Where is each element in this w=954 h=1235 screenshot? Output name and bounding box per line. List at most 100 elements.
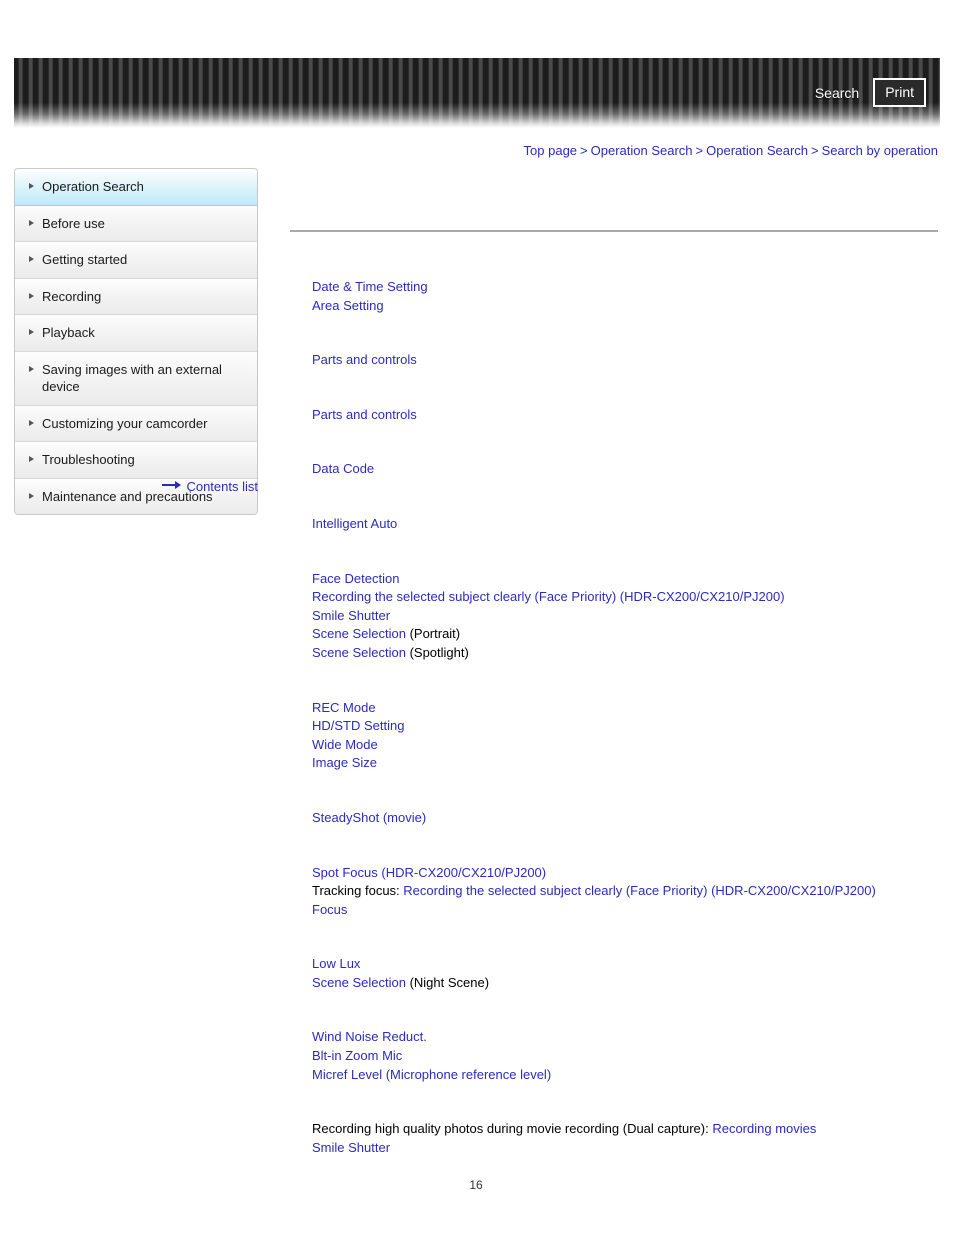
content-link[interactable]: Image Size	[312, 755, 377, 770]
link-line: Blt-in Zoom Mic	[312, 1047, 940, 1066]
sidebar-item-label: Recording	[42, 288, 102, 304]
link-section: Face Detection Recording the selected sub…	[312, 570, 940, 663]
sidebar-item-customizing-your-camcorder[interactable]: Customizing your camcorder	[15, 405, 257, 443]
content-link[interactable]: SteadyShot (movie)	[312, 810, 426, 825]
breadcrumb-item-0[interactable]: Top page	[524, 143, 578, 158]
content-link[interactable]: Face Detection	[312, 571, 399, 586]
content-link[interactable]: Data Code	[312, 461, 374, 476]
link-line: Recording the selected subject clearly (…	[312, 588, 940, 607]
chevron-right-icon	[29, 456, 34, 463]
link-line: Scene Selection (Portrait)	[312, 625, 940, 644]
link-line: Area Setting	[312, 297, 940, 316]
content-link[interactable]: Micref Level (Microphone reference level…	[312, 1067, 551, 1082]
content-link[interactable]: Scene Selection	[312, 645, 406, 660]
content-link[interactable]: Low Lux	[312, 956, 360, 971]
content-link[interactable]: HD/STD Setting	[312, 718, 404, 733]
content-text: Tracking focus:	[312, 883, 404, 899]
link-line: Spot Focus (HDR-CX200/CX210/PJ200)	[312, 864, 940, 883]
content-link[interactable]: Date & Time Setting	[312, 279, 428, 294]
sidebar-item-label: Saving images with an external device	[42, 361, 222, 395]
contents-list-link[interactable]: Contents list	[186, 479, 258, 494]
breadcrumb: Top page > Operation Search > Operation Sear…	[524, 143, 938, 158]
operation-link-sections: Date & Time Setting Area Setting Parts and…	[312, 278, 940, 1157]
chevron-right-icon	[29, 292, 34, 299]
link-section: Date & Time Setting Area Setting	[312, 278, 940, 315]
sidebar-item-label: Playback	[42, 325, 95, 341]
content-text: (Night Scene)	[405, 974, 490, 990]
link-line: Micref Level (Microphone reference level…	[312, 1066, 940, 1085]
sidebar-item-before-use[interactable]: Before use	[15, 205, 257, 243]
content-link[interactable]: Focus	[312, 902, 347, 917]
breadcrumb-separator: >	[580, 143, 588, 158]
content-link[interactable]: Recording the selected subject clearly (…	[312, 589, 785, 604]
chevron-right-icon	[29, 256, 34, 263]
sidebar-item-saving-images-with-an-external-device[interactable]: Saving images with an external device	[15, 351, 257, 406]
link-section: SteadyShot (movie)	[312, 809, 940, 828]
link-line: Tracking focus: Recording the selected s…	[312, 882, 940, 901]
content-link[interactable]: Recording movies	[712, 1121, 816, 1136]
header-banner: Search Print	[14, 58, 940, 128]
content-link[interactable]: Wide Mode	[312, 737, 378, 752]
content-text: (Portrait)	[405, 626, 461, 642]
chevron-right-icon	[29, 365, 34, 372]
content-link[interactable]: Recording the selected subject clearly (…	[403, 883, 876, 898]
breadcrumb-item-3[interactable]: Search by operation	[822, 143, 938, 158]
breadcrumb-separator: >	[695, 143, 704, 158]
search-link[interactable]: Search	[815, 86, 859, 100]
sidebar-item-label: Customizing your camcorder	[42, 415, 208, 431]
header-actions: Search Print	[815, 78, 926, 107]
link-line: Scene Selection (Night Scene)	[312, 974, 940, 993]
link-line: Parts and controls	[312, 351, 940, 370]
breadcrumb-separator: >	[811, 143, 819, 158]
content-link[interactable]: REC Mode	[312, 700, 376, 715]
link-line: Wind Noise Reduct.	[312, 1028, 940, 1047]
sidebar-item-getting-started[interactable]: Getting started	[15, 242, 257, 279]
link-section: Spot Focus (HDR-CX200/CX210/PJ200) Tracki…	[312, 864, 940, 920]
link-line: Face Detection	[312, 570, 940, 589]
link-section: Data Code	[312, 460, 940, 479]
sidebar-item-playback[interactable]: Playback	[15, 315, 257, 352]
sidebar-item-label: Before use	[42, 215, 105, 231]
link-line: REC Mode	[312, 699, 940, 718]
link-line: Smile Shutter	[312, 607, 940, 626]
sidebar-item-recording[interactable]: Recording	[15, 278, 257, 316]
print-button[interactable]: Print	[873, 78, 926, 107]
content-link[interactable]: Smile Shutter	[312, 608, 390, 623]
content-link[interactable]: Scene Selection	[312, 626, 406, 641]
link-line: HD/STD Setting	[312, 717, 940, 736]
content-link[interactable]: Parts and controls	[312, 352, 417, 367]
chevron-right-icon	[29, 183, 34, 189]
link-line: Intelligent Auto	[312, 515, 940, 534]
content-divider	[290, 230, 938, 232]
content-link[interactable]: Intelligent Auto	[312, 516, 397, 531]
content-text: Recording high quality photos during mov…	[312, 1121, 713, 1137]
page-number: 16	[0, 1178, 954, 1192]
chevron-right-icon	[29, 419, 34, 426]
link-line: Scene Selection (Spotlight)	[312, 644, 940, 663]
content-link[interactable]: Blt-in Zoom Mic	[312, 1048, 402, 1063]
content-link[interactable]: Parts and controls	[312, 407, 417, 422]
content-link[interactable]: Spot Focus (HDR-CX200/CX210/PJ200)	[312, 865, 546, 880]
sidebar-item-operation-search[interactable]: Operation Search	[15, 169, 257, 206]
content-link[interactable]: Smile Shutter	[312, 1140, 390, 1155]
breadcrumb-item-1[interactable]: Operation Search	[591, 143, 693, 158]
link-section: Recording high quality photos during mov…	[312, 1120, 940, 1157]
content-link[interactable]: Area Setting	[312, 298, 384, 313]
content-link[interactable]: Scene Selection	[312, 975, 406, 990]
breadcrumb-item-2[interactable]: Operation Search	[706, 143, 808, 158]
page-number-value: 16	[469, 1178, 483, 1192]
link-section: REC Mode HD/STD Setting Wide Mode Image Siz…	[312, 699, 940, 773]
sidebar-item-label: Getting started	[42, 252, 128, 268]
content-link[interactable]: Wind Noise Reduct.	[312, 1029, 427, 1044]
sidebar-nav: Operation Search Before use Getting starte…	[14, 168, 258, 516]
link-line: Wide Mode	[312, 736, 940, 755]
sidebar-item-troubleshooting[interactable]: Troubleshooting	[15, 442, 257, 479]
